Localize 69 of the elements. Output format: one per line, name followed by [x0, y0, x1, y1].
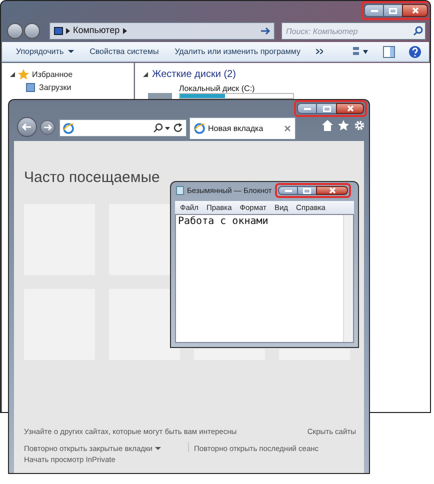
toolbar-button[interactable]: Свойства системы [90, 46, 159, 58]
minimize-icon [304, 108, 310, 110]
close-icon[interactable] [284, 125, 291, 132]
settings-icon[interactable] [354, 120, 365, 131]
maximize-icon [303, 188, 311, 194]
close-icon [412, 7, 418, 14]
help-icon[interactable] [409, 46, 421, 58]
search-icon[interactable] [153, 123, 163, 133]
scrollbar[interactable] [343, 215, 353, 342]
group-header: Жесткие диски (2) [152, 68, 236, 82]
star-icon[interactable] [338, 120, 349, 131]
back-arrow-icon [22, 123, 32, 131]
search-field[interactable]: Поиск: Компьютер [281, 22, 426, 40]
forward-arrow-icon [44, 124, 52, 131]
breadcrumb-item[interactable]: Компьютер [73, 24, 120, 38]
chevron-icon[interactable] [316, 49, 324, 54]
maximize-icon [322, 106, 330, 112]
breadcrumb-arrow-icon [122, 28, 127, 34]
minimize-button[interactable] [364, 4, 384, 17]
star-icon [18, 69, 29, 80]
expand-arrow-icon[interactable] [143, 72, 148, 77]
browser-tab[interactable]: Новая вкладка [189, 117, 296, 139]
maximize-button[interactable] [384, 4, 402, 17]
minimize-icon [370, 10, 378, 12]
site-tile[interactable] [194, 349, 265, 360]
sidebar-item[interactable]: Избранное [32, 68, 73, 80]
maximize-button[interactable] [298, 186, 316, 195]
toolbar-button[interactable]: Удалить или изменить программу [174, 46, 300, 58]
close-icon [328, 187, 336, 194]
section-heading: Часто посещаемые [24, 168, 160, 188]
site-tile[interactable] [109, 204, 170, 275]
maximize-button[interactable] [317, 103, 336, 114]
caret-icon [155, 447, 162, 450]
drive-icon [148, 93, 172, 99]
drive-label[interactable]: Локальный диск (C:) [179, 83, 255, 95]
text-area[interactable]: Работа с окнами [175, 214, 354, 343]
forward-button[interactable] [40, 120, 55, 135]
computer-icon [54, 27, 63, 35]
expand-arrow-icon[interactable] [10, 72, 15, 77]
close-icon [346, 105, 354, 112]
globe-icon [194, 123, 205, 134]
back-button[interactable] [7, 23, 23, 39]
caret-icon[interactable] [165, 126, 170, 130]
minimize-button[interactable] [278, 186, 298, 195]
document-text: Работа с окнами [177, 215, 268, 228]
close-button[interactable] [402, 4, 428, 17]
forward-button[interactable] [24, 23, 40, 39]
breadcrumb-arrow-icon [66, 28, 70, 34]
view-icon[interactable] [353, 46, 369, 56]
refresh-icon[interactable] [173, 123, 183, 133]
arrow-icon [259, 26, 271, 36]
folder-icon [26, 83, 35, 92]
search-icon [413, 26, 423, 36]
address-bar[interactable] [59, 119, 187, 137]
site-tile[interactable] [279, 349, 350, 360]
preview-pane-icon[interactable] [383, 46, 395, 58]
globe-icon [63, 122, 74, 134]
minimize-button[interactable] [297, 103, 317, 114]
home-icon[interactable] [322, 120, 333, 131]
address-bar[interactable]: Компьютер [49, 22, 275, 40]
toolbar-button[interactable]: Упорядочить [16, 46, 74, 58]
back-button[interactable] [17, 117, 37, 137]
minimize-icon [284, 190, 292, 192]
close-button[interactable] [316, 186, 348, 195]
caret-icon [68, 50, 74, 53]
sidebar-item[interactable]: Загрузки [39, 82, 72, 94]
maximize-icon [389, 8, 397, 14]
close-button[interactable] [336, 103, 364, 114]
notepad-icon [176, 186, 184, 196]
